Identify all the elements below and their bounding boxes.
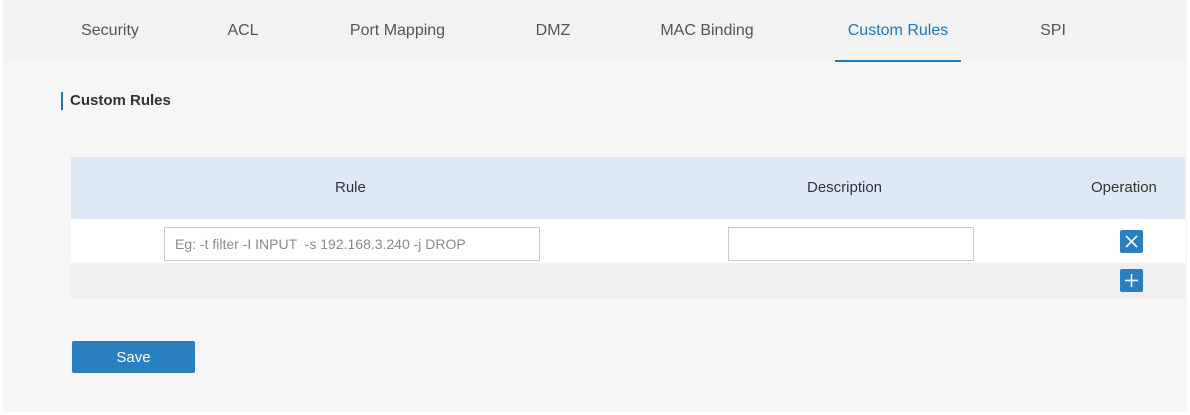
save-button[interactable]: Save [72,341,195,373]
page-frame: Security ACL Port Mapping DMZ MAC Bindin… [3,0,1187,412]
rule-input[interactable] [164,227,540,261]
table-row [71,219,1185,263]
add-row-bar [71,263,1185,299]
plus-icon [1125,274,1138,287]
header-description: Description [807,179,883,196]
tab-custom-rules[interactable]: Custom Rules [835,0,961,62]
add-row-button[interactable] [1120,269,1143,292]
table-header: Rule Description Operation [71,157,1185,219]
tab-spi[interactable]: SPI [1038,0,1068,62]
tab-dmz[interactable]: DMZ [534,0,572,62]
header-operation: Operation [1091,179,1157,196]
description-input[interactable] [728,227,974,261]
tab-bar: Security ACL Port Mapping DMZ MAC Bindin… [3,0,1187,62]
tab-mac-binding[interactable]: MAC Binding [656,0,758,62]
tab-acl[interactable]: ACL [225,0,261,62]
tab-port-mapping[interactable]: Port Mapping [344,0,451,62]
close-icon [1125,235,1138,248]
delete-row-button[interactable] [1120,230,1143,253]
section-title: Custom Rules [61,92,171,110]
custom-rules-table: Rule Description Operation [71,157,1185,299]
tab-security[interactable]: Security [79,0,141,62]
header-rule: Rule [335,179,366,196]
